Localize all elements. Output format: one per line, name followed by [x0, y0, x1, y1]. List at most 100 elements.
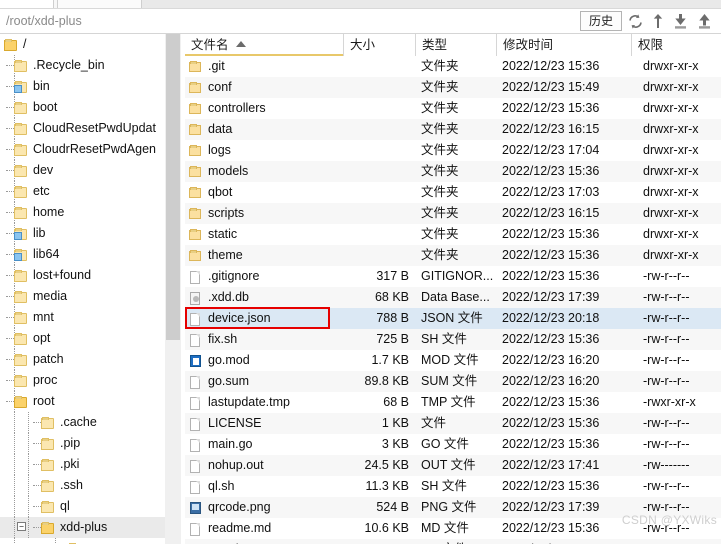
table-row[interactable]: device.json 788 B JSON 文件 2022/12/23 20:18 -…: [185, 308, 721, 329]
tree-node-lost-found[interactable]: lost+found: [0, 265, 180, 286]
cell-file-name: LICENSE: [185, 413, 343, 434]
cell-permissions: drwxr-xr-x: [643, 59, 699, 73]
tree-node--cache[interactable]: .cache: [0, 412, 180, 433]
tree-node-xdd-plus[interactable]: − xdd-plus: [0, 517, 180, 538]
tree-node-home[interactable]: home: [0, 202, 180, 223]
folder-icon: [14, 374, 28, 387]
column-header-size[interactable]: 大小: [343, 34, 415, 56]
table-row[interactable]: nohup.out 24.5 KB OUT 文件 2022/12/23 17:41 -r…: [185, 455, 721, 476]
tree-node-cloudrresetpwdagen[interactable]: CloudrResetPwdAgen: [0, 139, 180, 160]
tree-node-cloudresetpwdupdat[interactable]: CloudResetPwdUpdat: [0, 118, 180, 139]
history-button[interactable]: 历史: [580, 11, 622, 31]
table-row[interactable]: theme 文件夹 2022/12/23 15:36 drwxr-xr-x: [185, 245, 721, 266]
cell-file-type: SH 文件: [421, 479, 467, 493]
cell-file-name: nohup.out: [185, 455, 343, 476]
tree-node-blank[interactable]: [0, 538, 180, 544]
table-row[interactable]: go.mod 1.7 KB MOD 文件 2022/12/23 16:20 -rw-r-…: [185, 350, 721, 371]
upload-arrow-icon[interactable]: [651, 13, 665, 30]
cell-permissions: drwxr-xr-x: [643, 227, 699, 241]
tree-node-ql[interactable]: ql: [0, 496, 180, 517]
table-row[interactable]: data 文件夹 2022/12/23 16:15 drwxr-xr-x: [185, 119, 721, 140]
database-icon: [189, 290, 202, 305]
file-list-panel[interactable]: 文件名 大小 类型 修改时间 权限 .git 文件夹 2022/12/23 15:36 drw…: [185, 34, 721, 544]
cell-modified-time: 2022/12/23 15:36: [502, 269, 600, 283]
table-row[interactable]: .xdd.db 68 KB Data Base... 2022/12/23 17:39…: [185, 287, 721, 308]
table-row[interactable]: conf 文件夹 2022/12/23 15:49 drwxr-xr-x: [185, 77, 721, 98]
upload-icon[interactable]: [696, 13, 713, 30]
table-row[interactable]: ql.sh 11.3 KB SH 文件 2022/12/23 15:36 -rw-r--…: [185, 476, 721, 497]
file-name-text: conf: [208, 80, 232, 94]
table-row[interactable]: qbot 文件夹 2022/12/23 17:03 drwxr-xr-x: [185, 182, 721, 203]
column-header-time[interactable]: 修改时间: [496, 34, 631, 56]
table-row[interactable]: lastupdate.tmp 68 B TMP 文件 2022/12/23 15:36…: [185, 392, 721, 413]
path-input[interactable]: /root/xdd-plus: [0, 9, 580, 34]
cell-file-size: 89.8 KB: [364, 374, 409, 388]
tree-node-mnt[interactable]: mnt: [0, 307, 180, 328]
tree-node--ssh[interactable]: .ssh: [0, 475, 180, 496]
column-header-name[interactable]: 文件名: [185, 34, 343, 56]
tree-node--pki[interactable]: .pki: [0, 454, 180, 475]
tree-node-root[interactable]: −root: [0, 391, 180, 412]
cell-modified-time: 2022/12/23 15:36: [502, 416, 600, 430]
table-row[interactable]: run.sh 421 BSH 文件2022/12/23 15:36-rw-r--r…: [185, 539, 721, 544]
tree-node-patch[interactable]: patch: [0, 349, 180, 370]
cell-file-size: [343, 140, 415, 161]
cell-modified-time: 2022/12/23 15:36: [502, 521, 600, 535]
cell-file-type: JSON 文件: [421, 311, 483, 325]
tree-node-proc[interactable]: proc: [0, 370, 180, 391]
folder-icon: [41, 479, 55, 492]
table-row[interactable]: .gitignore 317 B GITIGNOR... 2022/12/23 15:…: [185, 266, 721, 287]
tree-node-boot[interactable]: boot: [0, 97, 180, 118]
cell-modified-time: 2022/12/23 17:39: [502, 290, 600, 304]
cell-permissions: -rwxr-xr-x: [643, 395, 696, 409]
table-row[interactable]: controllers 文件夹 2022/12/23 15:36 drwxr-xr-x: [185, 98, 721, 119]
tree-node--pip[interactable]: .pip: [0, 433, 180, 454]
tab-2[interactable]: [57, 0, 142, 8]
download-icon[interactable]: [672, 13, 689, 30]
tree-node--recycle-bin[interactable]: .Recycle_bin: [0, 55, 180, 76]
tree-node-label: root: [33, 394, 55, 408]
tree-node-dev[interactable]: dev: [0, 160, 180, 181]
table-row[interactable]: static 文件夹 2022/12/23 15:36 drwxr-xr-x: [185, 224, 721, 245]
folder-icon: [14, 185, 28, 198]
cell-file-type: 文件夹: [421, 185, 459, 199]
tab-1[interactable]: [0, 0, 54, 8]
tree-node-root[interactable]: /: [0, 34, 180, 55]
table-row[interactable]: .git 文件夹 2022/12/23 15:36 drwxr-xr-x: [185, 56, 721, 77]
column-header-type[interactable]: 类型: [415, 34, 496, 56]
file-name-text: .git: [208, 59, 225, 73]
tree-expander[interactable]: −: [17, 522, 26, 531]
cell-permissions: drwxr-xr-x: [643, 80, 699, 94]
cell-file-size: 68 B: [383, 395, 409, 409]
tree-node-label: boot: [33, 100, 58, 114]
tree-node-etc[interactable]: etc: [0, 181, 180, 202]
cell-permissions: -rw-------: [643, 458, 690, 472]
folder-icon: [14, 332, 28, 345]
cell-file-name: scripts: [185, 203, 343, 224]
document-icon: [189, 479, 202, 494]
tree-node-label: media: [33, 289, 68, 303]
directory-tree-panel[interactable]: / .Recycle_bin bin boot CloudResetPwdUpdat Cl…: [0, 34, 181, 544]
address-bar: /root/xdd-plus 历史: [0, 9, 721, 34]
file-name-text: scripts: [208, 206, 245, 220]
table-row[interactable]: LICENSE 1 KB 文件 2022/12/23 15:36 -rw-r--r--: [185, 413, 721, 434]
table-row[interactable]: go.sum 89.8 KB SUM 文件 2022/12/23 16:20 -rw-r…: [185, 371, 721, 392]
refresh-icon[interactable]: [627, 13, 644, 30]
column-header-perm[interactable]: 权限: [631, 34, 721, 56]
tree-node-media[interactable]: media: [0, 286, 180, 307]
table-row[interactable]: scripts 文件夹 2022/12/23 16:15 drwxr-xr-x: [185, 203, 721, 224]
folder-link-icon: [14, 227, 28, 240]
tree-node-bin[interactable]: bin: [0, 76, 180, 97]
table-row[interactable]: models 文件夹 2022/12/23 15:36 drwxr-xr-x: [185, 161, 721, 182]
tree-scrollbar-thumb[interactable]: [166, 34, 180, 340]
cell-file-name: run.sh: [185, 539, 343, 544]
tree-node-lib64[interactable]: lib64: [0, 244, 180, 265]
folder-icon: [14, 143, 28, 156]
tree-node-opt[interactable]: opt: [0, 328, 180, 349]
tree-node-lib[interactable]: lib: [0, 223, 180, 244]
table-row[interactable]: logs 文件夹 2022/12/23 17:04 drwxr-xr-x: [185, 140, 721, 161]
table-row[interactable]: fix.sh 725 B SH 文件 2022/12/23 15:36 -rw-r--r…: [185, 329, 721, 350]
document-icon: [189, 269, 202, 284]
table-row[interactable]: main.go 3 KB GO 文件 2022/12/23 15:36 -rw-r--r…: [185, 434, 721, 455]
sort-ascending-icon: [235, 40, 246, 47]
